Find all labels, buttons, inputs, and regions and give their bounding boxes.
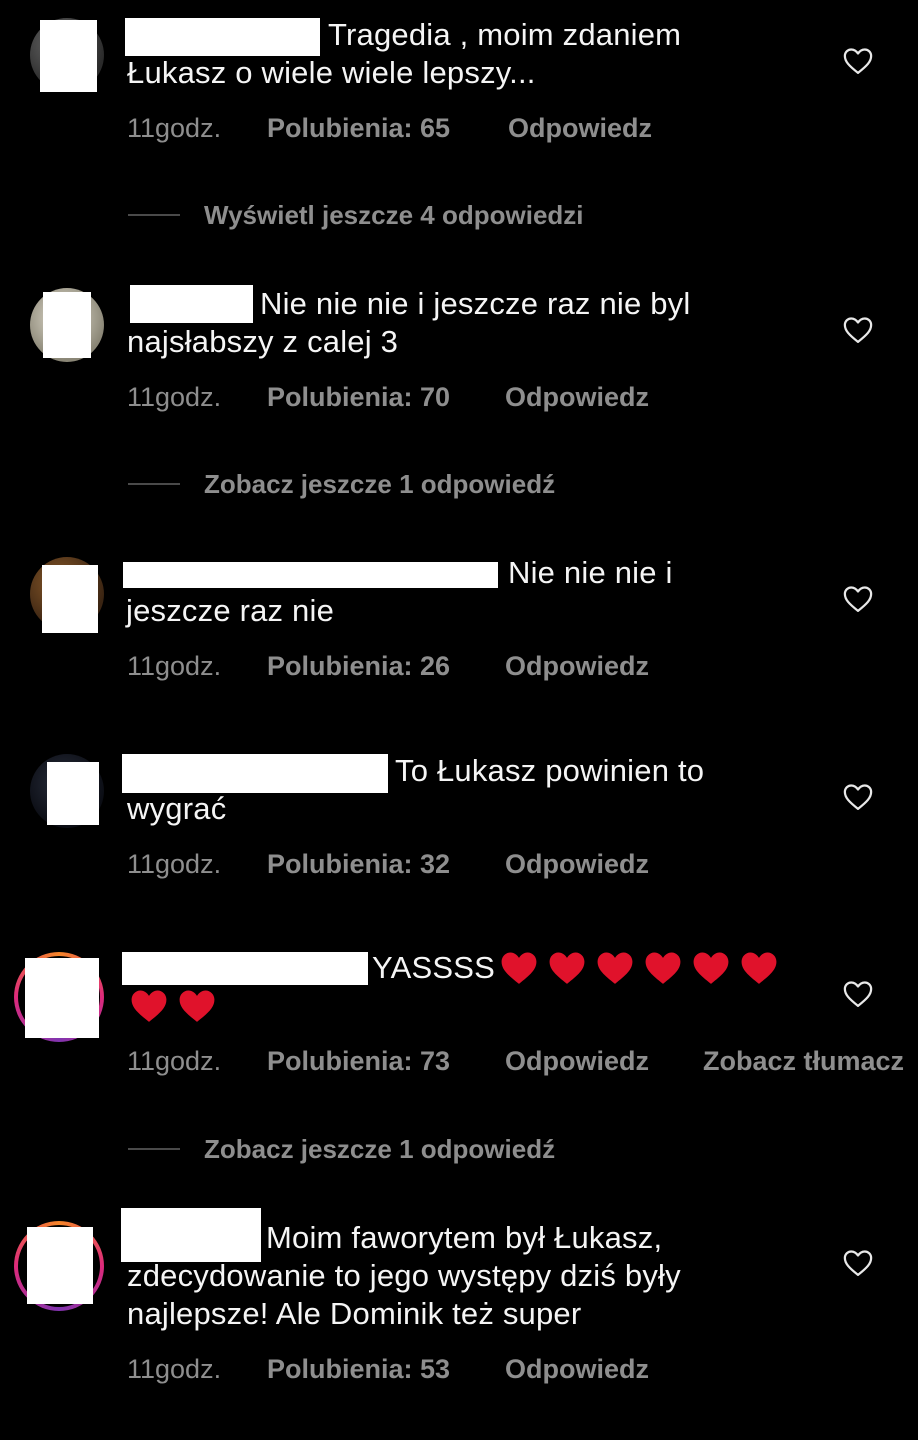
red-heart-emoji xyxy=(693,952,729,984)
red-heart-emoji xyxy=(179,990,215,1022)
avatar-redaction xyxy=(43,292,91,358)
thread-line xyxy=(128,214,180,216)
reply-button[interactable]: Odpowiedz xyxy=(505,1045,649,1077)
avatar-redaction xyxy=(40,20,97,92)
comment-text-line: zdecydowanie to jego występy dziś były xyxy=(127,1258,681,1293)
likes-count[interactable]: Polubienia: 70 xyxy=(267,381,450,413)
emoji-row xyxy=(130,988,226,1026)
emoji-row xyxy=(500,950,788,988)
likes-count[interactable]: Polubienia: 32 xyxy=(267,848,450,880)
view-replies-label: Wyświetl jeszcze 4 odpowiedzi xyxy=(204,200,584,230)
view-replies-button[interactable]: Zobacz jeszcze 1 odpowiedź xyxy=(128,1133,648,1165)
comment-text-line: Moim faworytem był Łukasz, xyxy=(266,1220,663,1255)
view-replies-label: Zobacz jeszcze 1 odpowiedź xyxy=(204,469,556,499)
red-heart-emoji xyxy=(597,952,633,984)
avatar-redaction xyxy=(25,958,99,1038)
comment-text-line: YASSSS xyxy=(372,950,495,985)
avatar-redaction xyxy=(27,1227,93,1304)
heart-outline-icon[interactable] xyxy=(843,980,873,1008)
username-redaction xyxy=(123,562,498,588)
comment-time: 11godz. xyxy=(127,1046,222,1076)
reply-button[interactable]: Odpowiedz xyxy=(505,1353,649,1385)
red-heart-emoji xyxy=(549,952,585,984)
heart-outline-icon[interactable] xyxy=(843,783,873,811)
comment-text-line: jeszcze raz nie xyxy=(126,593,335,628)
heart-outline-icon[interactable] xyxy=(843,585,873,613)
heart-outline-icon[interactable] xyxy=(843,316,873,344)
reply-button[interactable]: Odpowiedz xyxy=(508,112,652,144)
likes-count[interactable]: Polubienia: 73 xyxy=(267,1045,450,1077)
view-replies-button[interactable]: Wyświetl jeszcze 4 odpowiedzi xyxy=(128,199,688,231)
thread-line xyxy=(128,1148,180,1150)
comment-time: 11godz. xyxy=(127,1354,222,1384)
heart-outline-icon[interactable] xyxy=(843,47,873,75)
comment-text-line: Tragedia , moim zdaniem xyxy=(328,17,682,52)
username-redaction xyxy=(130,285,253,323)
comment-text-line: wygrać xyxy=(127,791,227,826)
username-redaction xyxy=(122,952,368,985)
red-heart-emoji xyxy=(501,952,537,984)
comment-text-line: najsłabszy z calej 3 xyxy=(127,324,399,359)
translate-button[interactable]: Zobacz tłumacz xyxy=(703,1045,904,1077)
likes-count[interactable]: Polubienia: 65 xyxy=(267,112,450,144)
reply-button[interactable]: Odpowiedz xyxy=(505,381,649,413)
avatar-redaction xyxy=(42,565,98,633)
comment-time: 11godz. xyxy=(127,849,222,879)
comment-time: 11godz. xyxy=(127,382,222,412)
comment-text-line: Łukasz o wiele wiele lepszy... xyxy=(127,55,536,90)
comment-time: 11godz. xyxy=(127,113,222,143)
comment-text-line: To Łukasz powinien to xyxy=(395,753,705,788)
comment-text-line: najlepsze! Ale Dominik też super xyxy=(127,1296,582,1331)
comment-text-line: Nie nie nie i jeszcze raz nie byl xyxy=(260,286,691,321)
comment-time: 11godz. xyxy=(127,651,222,681)
heart-outline-icon[interactable] xyxy=(843,1249,873,1277)
thread-line xyxy=(128,483,180,485)
red-heart-emoji xyxy=(645,952,681,984)
reply-button[interactable]: Odpowiedz xyxy=(505,848,649,880)
username-redaction xyxy=(122,754,388,793)
red-heart-emoji xyxy=(131,990,167,1022)
likes-count[interactable]: Polubienia: 53 xyxy=(267,1353,450,1385)
likes-count[interactable]: Polubienia: 26 xyxy=(267,650,450,682)
avatar-redaction xyxy=(47,762,99,825)
username-redaction xyxy=(121,1208,261,1262)
view-replies-label: Zobacz jeszcze 1 odpowiedź xyxy=(204,1134,556,1164)
reply-button[interactable]: Odpowiedz xyxy=(505,650,649,682)
comment-text-line: Nie nie nie i xyxy=(508,555,673,590)
username-redaction xyxy=(125,18,320,56)
red-heart-emoji xyxy=(741,952,777,984)
view-replies-button[interactable]: Zobacz jeszcze 1 odpowiedź xyxy=(128,468,648,500)
